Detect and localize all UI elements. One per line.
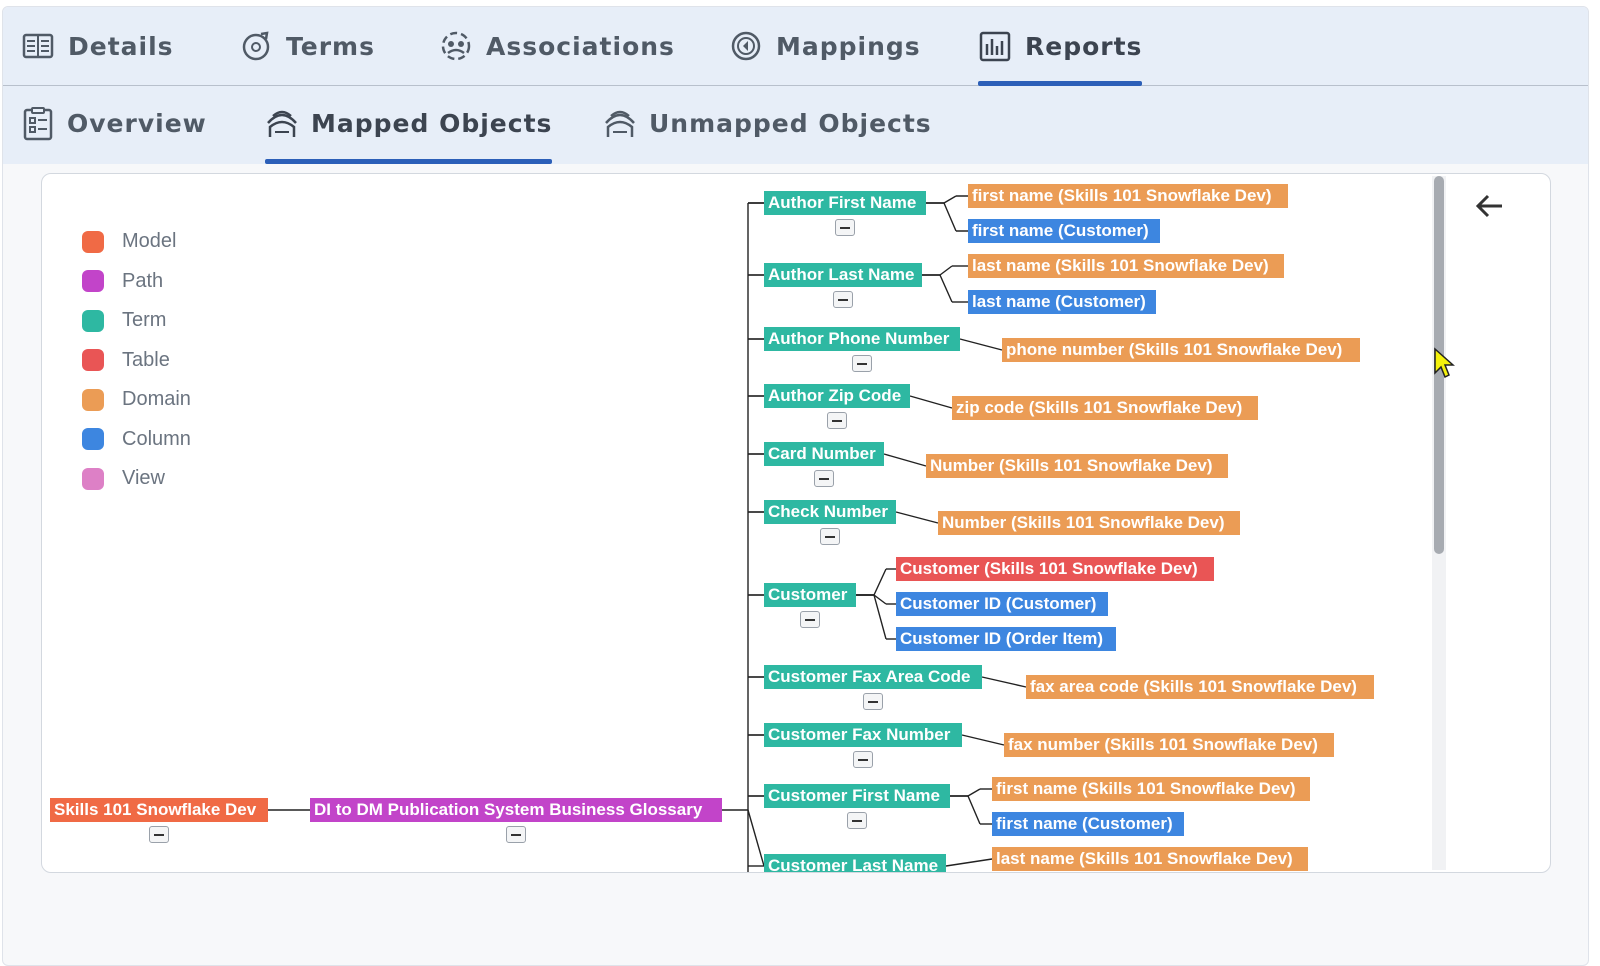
unmapped-objects-icon bbox=[605, 110, 635, 137]
tree-connector-line bbox=[939, 274, 953, 303]
column-node[interactable]: Customer ID (Customer) bbox=[896, 592, 1108, 616]
collapse-toggle[interactable] bbox=[827, 412, 847, 429]
details-icon bbox=[22, 33, 54, 59]
tab-details[interactable]: Details bbox=[21, 7, 174, 85]
term-node[interactable]: Author First Name bbox=[764, 191, 926, 215]
tree-connector-line bbox=[967, 788, 981, 797]
mapped-objects-icon bbox=[267, 110, 297, 137]
subtab-label: Overview bbox=[67, 109, 207, 138]
term-node[interactable]: Author Zip Code bbox=[764, 384, 910, 408]
term-node[interactable]: Customer Fax Area Code bbox=[764, 665, 982, 689]
tree-connector-line bbox=[943, 202, 957, 232]
sub-tab-bar: Overview Mapped Objects Unmapped Objects bbox=[3, 86, 1588, 164]
tree-connector-line bbox=[873, 594, 887, 640]
domain-node[interactable]: last name (Skills 101 Snowflake Dev) bbox=[992, 847, 1308, 871]
domain-node[interactable]: fax number (Skills 101 Snowflake Dev) bbox=[1004, 733, 1334, 757]
tree-connector-line bbox=[895, 511, 939, 524]
terms-icon bbox=[242, 31, 270, 61]
collapse-toggle[interactable] bbox=[814, 470, 834, 487]
domain-node[interactable]: zip code (Skills 101 Snowflake Dev) bbox=[952, 396, 1258, 420]
back-arrow-icon[interactable] bbox=[1472, 188, 1508, 224]
term-node[interactable]: Customer Last Name bbox=[764, 854, 946, 872]
tab-unmapped-objects[interactable]: Unmapped Objects bbox=[603, 86, 932, 161]
tab-overview[interactable]: Overview bbox=[21, 86, 207, 161]
collapse-toggle[interactable] bbox=[863, 693, 883, 710]
term-node[interactable]: Customer First Name bbox=[764, 784, 950, 808]
tab-label: Mappings bbox=[776, 31, 921, 61]
domain-node[interactable]: first name (Skills 101 Snowflake Dev) bbox=[968, 184, 1288, 208]
collapse-toggle[interactable] bbox=[149, 826, 169, 843]
report-panel: Details Terms Associations Mappings Repo… bbox=[2, 6, 1589, 966]
vertical-scrollbar[interactable] bbox=[1432, 176, 1446, 870]
collapse-toggle[interactable] bbox=[833, 291, 853, 308]
tab-associations[interactable]: Associations bbox=[439, 7, 675, 85]
tree-connector-line bbox=[747, 809, 765, 867]
collapse-toggle[interactable] bbox=[852, 355, 872, 372]
domain-node[interactable]: phone number (Skills 101 Snowflake Dev) bbox=[1002, 338, 1360, 362]
domain-node[interactable]: Number (Skills 101 Snowflake Dev) bbox=[938, 511, 1240, 535]
collapse-toggle[interactable] bbox=[853, 751, 873, 768]
overview-icon bbox=[23, 106, 53, 140]
collapse-toggle[interactable] bbox=[506, 826, 526, 843]
tab-terms[interactable]: Terms bbox=[239, 7, 375, 85]
tree-connector-line bbox=[883, 453, 927, 467]
tree-connector-line bbox=[909, 395, 953, 409]
term-node[interactable]: Card Number bbox=[764, 442, 884, 466]
term-node[interactable]: Author Phone Number bbox=[764, 327, 960, 351]
tree-connector-line bbox=[939, 265, 953, 276]
tree-connector-line bbox=[981, 676, 1027, 688]
associations-icon bbox=[441, 31, 471, 61]
tree-connector-line bbox=[967, 795, 981, 825]
tree-connector-line bbox=[961, 734, 1005, 746]
tab-label: Associations bbox=[486, 31, 675, 61]
mapping-graph-canvas[interactable]: Model Path Term Table Domain Column View… bbox=[41, 173, 1551, 873]
tab-reports[interactable]: Reports bbox=[978, 7, 1143, 86]
tree-connector-line bbox=[945, 858, 993, 867]
tab-label: Reports bbox=[1025, 31, 1143, 61]
term-node[interactable]: Author Last Name bbox=[764, 263, 922, 287]
column-node[interactable]: last name (Customer) bbox=[968, 290, 1156, 314]
mouse-cursor-icon bbox=[1434, 347, 1455, 379]
tab-label: Terms bbox=[286, 31, 375, 61]
collapse-toggle[interactable] bbox=[847, 812, 867, 829]
term-node[interactable]: Customer Fax Number bbox=[764, 723, 962, 747]
mappings-icon bbox=[731, 31, 761, 61]
table-node[interactable]: Customer (Skills 101 Snowflake Dev) bbox=[896, 557, 1214, 581]
collapse-toggle[interactable] bbox=[835, 219, 855, 236]
term-node[interactable]: Check Number bbox=[764, 500, 896, 524]
column-node[interactable]: first name (Customer) bbox=[992, 812, 1184, 836]
main-tab-bar: Details Terms Associations Mappings Repo… bbox=[3, 7, 1588, 86]
domain-node[interactable]: first name (Skills 101 Snowflake Dev) bbox=[992, 777, 1310, 801]
tree-connector-line bbox=[873, 568, 887, 596]
collapse-toggle[interactable] bbox=[820, 528, 840, 545]
model-node[interactable]: Skills 101 Snowflake Dev bbox=[50, 798, 268, 822]
column-node[interactable]: first name (Customer) bbox=[968, 219, 1160, 243]
subtab-label: Unmapped Objects bbox=[649, 109, 932, 138]
subtab-label: Mapped Objects bbox=[311, 109, 553, 138]
collapse-toggle[interactable] bbox=[800, 611, 820, 628]
tab-label: Details bbox=[68, 31, 174, 61]
tree-connector-line bbox=[943, 195, 957, 204]
domain-node[interactable]: Number (Skills 101 Snowflake Dev) bbox=[926, 454, 1228, 478]
term-node[interactable]: Customer bbox=[764, 583, 856, 607]
tree-connector-line bbox=[959, 338, 1003, 351]
path-node[interactable]: DI to DM Publication System Business Glo… bbox=[310, 798, 722, 822]
tab-mappings[interactable]: Mappings bbox=[729, 7, 921, 85]
tab-mapped-objects[interactable]: Mapped Objects bbox=[265, 86, 553, 164]
domain-node[interactable]: fax area code (Skills 101 Snowflake Dev) bbox=[1026, 675, 1374, 699]
column-node[interactable]: Customer ID (Order Item) bbox=[896, 627, 1116, 651]
domain-node[interactable]: last name (Skills 101 Snowflake Dev) bbox=[968, 254, 1284, 278]
reports-icon bbox=[979, 31, 1011, 62]
